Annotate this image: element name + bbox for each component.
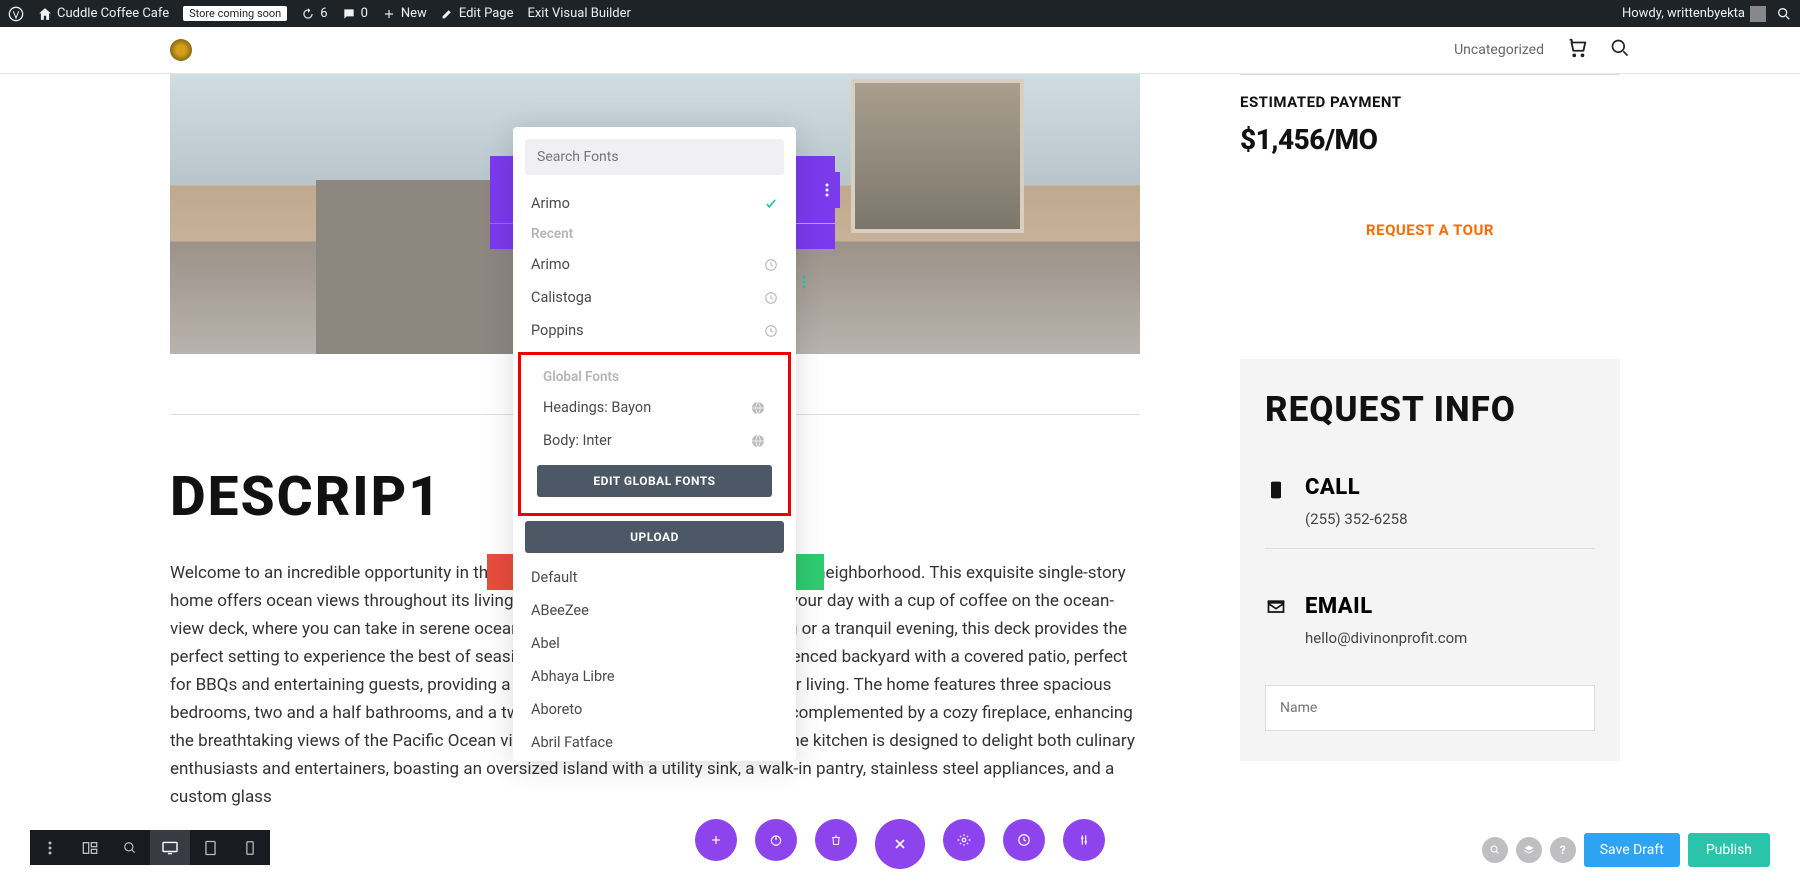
close-button[interactable] [875,819,925,869]
font-option[interactable]: Abyssinica SIL [513,759,796,761]
publish-button[interactable]: Publish [1688,833,1770,867]
cart-icon[interactable] [1566,37,1588,63]
clock-icon [764,291,778,305]
recent-section-label: Recent [513,220,796,248]
more-menu-icon[interactable] [30,830,70,865]
settings-button[interactable] [943,819,985,861]
global-fonts-highlight: Global Fonts Headings: Bayon Body: Inter… [521,355,788,513]
layers-icon[interactable] [1516,837,1542,863]
save-draft-button[interactable]: Save Draft [1584,833,1680,867]
font-option[interactable]: Abhaya Libre [513,660,796,693]
font-option[interactable]: Poppins [513,314,796,347]
font-search-input[interactable] [525,139,784,175]
site-name-link[interactable]: Cuddle Coffee Cafe [38,6,169,21]
font-option[interactable]: Aboreto [513,693,796,726]
global-font-headings[interactable]: Headings: Bayon [525,391,784,424]
font-option[interactable]: Abril Fatface [513,726,796,759]
email-title: EMAIL [1305,594,1467,619]
call-title: CALL [1305,475,1408,500]
filters-button[interactable] [1063,819,1105,861]
font-picker-dropdown: Arimo Recent Arimo Calistoga Poppins Glo… [513,127,796,761]
globe-icon [750,400,766,416]
search-icon[interactable] [1776,6,1792,22]
howdy-user[interactable]: Howdy, writtenbyekta [1622,6,1766,22]
phone-view-icon[interactable] [230,830,270,865]
site-logo[interactable] [170,39,192,61]
request-info-panel: REQUEST INFO CALL (255) 352-6258 EMAIL h… [1240,359,1620,761]
help-icon[interactable]: ? [1550,837,1576,863]
phone-icon [1265,475,1287,528]
row-menu-icon[interactable] [795,269,813,295]
globe-icon [750,433,766,449]
font-option[interactable]: ABeeZee [513,594,796,627]
store-status-badge[interactable]: Store coming soon [183,6,287,21]
font-option[interactable]: Arimo [513,248,796,281]
name-input[interactable] [1265,685,1595,731]
search-icon[interactable] [1610,38,1630,62]
estimated-payment-label: ESTIMATED PAYMENT [1240,93,1620,111]
wp-admin-bar: Cuddle Coffee Cafe Store coming soon 6 0… [0,0,1800,27]
bottom-right-toolbar: ? Save Draft Publish [1482,833,1770,867]
exit-visual-builder-link[interactable]: Exit Visual Builder [527,6,630,21]
wireframe-icon[interactable] [70,830,110,865]
desktop-view-icon[interactable] [150,830,190,865]
font-option[interactable]: Abel [513,627,796,660]
email-icon [1265,594,1287,647]
comments-link[interactable]: 0 [342,6,368,21]
clock-icon [764,258,778,272]
module-menu-icon[interactable] [814,172,840,208]
font-option[interactable]: Default [513,561,796,594]
bottom-center-toolbar [695,819,1105,869]
new-link[interactable]: New [382,6,427,21]
request-info-title: REQUEST INFO [1265,389,1595,430]
zoom-icon[interactable] [110,830,150,865]
add-button[interactable] [695,819,737,861]
updates-link[interactable]: 6 [301,6,327,21]
wp-logo-icon[interactable] [8,6,24,22]
preview-icon[interactable] [1482,837,1508,863]
module-handle-left[interactable] [487,554,515,590]
estimated-payment-value: $1,456/MO [1240,123,1620,156]
call-value: (255) 352-6258 [1305,510,1408,528]
tablet-view-icon[interactable] [190,830,230,865]
history-button[interactable] [1003,819,1045,861]
edit-global-fonts-button[interactable]: EDIT GLOBAL FONTS [537,465,772,497]
font-option-selected[interactable]: Arimo [513,187,796,220]
global-fonts-label: Global Fonts [525,363,784,391]
request-tour-button[interactable]: REQUEST A TOUR [1240,221,1620,239]
power-button[interactable] [755,819,797,861]
font-option[interactable]: Calistoga [513,281,796,314]
avatar [1750,6,1766,22]
bottom-left-toolbar [30,830,270,865]
upload-font-button[interactable]: UPLOAD [525,521,784,553]
clock-icon [764,324,778,338]
site-header: Uncategorized [0,27,1800,74]
nav-uncategorized[interactable]: Uncategorized [1454,42,1544,58]
trash-button[interactable] [815,819,857,861]
global-font-body[interactable]: Body: Inter [525,424,784,457]
email-value: hello@divinonprofit.com [1305,629,1467,647]
edit-page-link[interactable]: Edit Page [441,6,514,21]
